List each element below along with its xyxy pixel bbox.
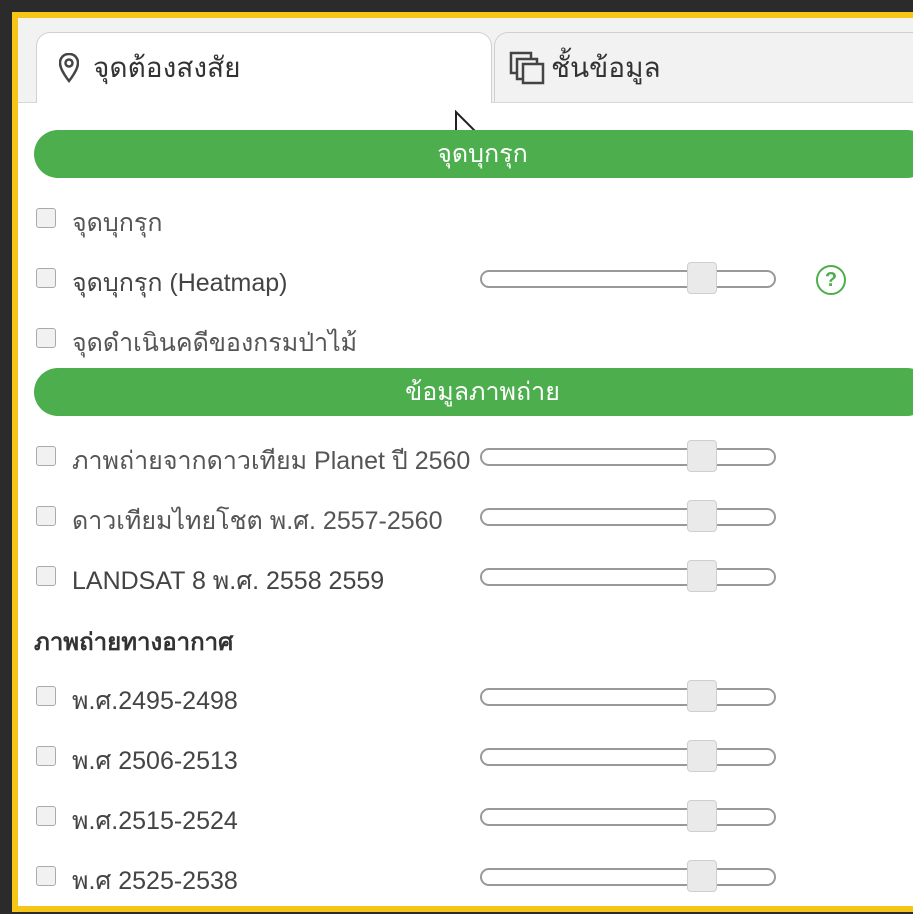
section-header-imagery[interactable]: ข้อมูลภาพถ่าย <box>34 368 913 416</box>
layer-checkbox[interactable] <box>36 446 56 466</box>
opacity-slider[interactable] <box>480 262 776 294</box>
layer-label: จุดดำเนินคดีของกรมป่าไม้ <box>72 329 358 357</box>
slider-handle[interactable] <box>687 800 717 832</box>
layer-label: พ.ศ 2506-2513 <box>72 747 238 775</box>
layer-panel: จุดต้องสงสัย ชั้นข้อมูล จุดบุกรุก จุดบุก… <box>12 12 913 912</box>
layer-row: LANDSAT 8 พ.ศ. 2558 2559 <box>34 558 913 598</box>
slider-track[interactable] <box>480 808 776 826</box>
slider-track[interactable] <box>480 868 776 886</box>
layer-row: จุดดำเนินคดีของกรมป่าไม้ <box>34 320 913 360</box>
map-pin-icon <box>59 53 79 83</box>
layer-checkbox[interactable] <box>36 746 56 766</box>
tab-label: ชั้นข้อมูล <box>551 51 661 83</box>
layer-label: พ.ศ 2525-2538 <box>72 867 238 895</box>
layers-icon <box>509 51 545 85</box>
layer-label: จุดบุกรุก <box>72 209 163 237</box>
tab-strip: จุดต้องสงสัย ชั้นข้อมูล <box>18 18 913 103</box>
slider-handle[interactable] <box>687 440 717 472</box>
opacity-slider[interactable] <box>480 500 776 532</box>
opacity-slider[interactable] <box>480 440 776 472</box>
section-title: จุดบุกรุก <box>437 140 528 168</box>
layer-checkbox[interactable] <box>36 566 56 586</box>
aerial-subheading: ภาพถ่ายทางอากาศ <box>34 629 234 656</box>
layer-row: ดาวเทียมไทยโชต พ.ศ. 2557-2560 <box>34 498 913 538</box>
layer-row: จุดบุกรุก <box>34 200 913 240</box>
slider-track[interactable] <box>480 270 776 288</box>
layer-label: ภาพถ่ายจากดาวเทียม Planet ปี 2560 <box>72 447 471 475</box>
slider-handle[interactable] <box>687 860 717 892</box>
slider-track[interactable] <box>480 688 776 706</box>
slider-handle[interactable] <box>687 262 717 294</box>
slider-handle[interactable] <box>687 740 717 772</box>
opacity-slider[interactable] <box>480 680 776 712</box>
section-header-encroachment[interactable]: จุดบุกรุก <box>34 130 913 178</box>
layer-row: พ.ศ.2515-2524 <box>34 798 913 838</box>
layer-label: จุดบุกรุก (Heatmap) <box>72 269 288 297</box>
opacity-slider[interactable] <box>480 740 776 772</box>
slider-track[interactable] <box>480 508 776 526</box>
layer-checkbox[interactable] <box>36 506 56 526</box>
opacity-slider[interactable] <box>480 800 776 832</box>
slider-track[interactable] <box>480 448 776 466</box>
opacity-slider[interactable] <box>480 860 776 892</box>
layer-label: LANDSAT 8 พ.ศ. 2558 2559 <box>72 567 385 595</box>
layer-row: ภาพถ่ายจากดาวเทียม Planet ปี 2560 <box>34 438 913 478</box>
layer-row: พ.ศ 2506-2513 <box>34 738 913 778</box>
slider-handle[interactable] <box>687 500 717 532</box>
help-icon[interactable]: ? <box>816 265 846 295</box>
slider-track[interactable] <box>480 748 776 766</box>
layer-label: พ.ศ.2515-2524 <box>72 807 238 835</box>
layer-checkbox[interactable] <box>36 806 56 826</box>
section-title: ข้อมูลภาพถ่าย <box>405 378 560 406</box>
slider-track[interactable] <box>480 568 776 586</box>
slider-handle[interactable] <box>687 560 717 592</box>
layer-row: จุดบุกรุก (Heatmap) ? <box>34 260 913 300</box>
layer-row: พ.ศ 2525-2538 <box>34 858 913 898</box>
tab-label: จุดต้องสงสัย <box>93 52 241 83</box>
layer-label: พ.ศ.2495-2498 <box>72 687 238 715</box>
layer-checkbox[interactable] <box>36 866 56 886</box>
layer-checkbox[interactable] <box>36 208 56 228</box>
tab-suspicious-points[interactable]: จุดต้องสงสัย <box>36 32 492 103</box>
opacity-slider[interactable] <box>480 560 776 592</box>
layer-checkbox[interactable] <box>36 328 56 348</box>
layer-checkbox[interactable] <box>36 686 56 706</box>
layer-row: พ.ศ.2495-2498 <box>34 678 913 718</box>
slider-handle[interactable] <box>687 680 717 712</box>
tab-layers[interactable]: ชั้นข้อมูล <box>494 32 913 102</box>
layer-checkbox[interactable] <box>36 268 56 288</box>
layer-label: ดาวเทียมไทยโชต พ.ศ. 2557-2560 <box>72 507 443 535</box>
